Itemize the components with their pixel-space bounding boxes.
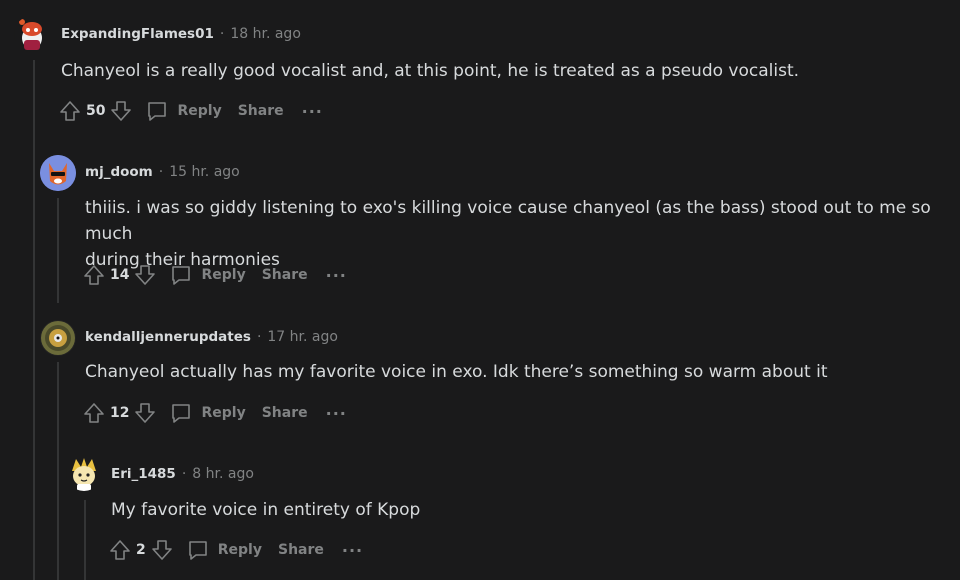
comment-timestamp[interactable]: 8 hr. ago xyxy=(192,466,254,482)
separator-dot: · xyxy=(256,329,262,345)
comment-icon xyxy=(145,99,169,123)
avatar[interactable] xyxy=(40,155,76,191)
separator-dot: · xyxy=(158,164,164,180)
downvote-icon[interactable] xyxy=(150,538,174,562)
reply-label: Reply xyxy=(217,542,262,558)
comment-body: thiiis. i was so giddy listening to exo'… xyxy=(85,195,955,273)
share-button[interactable]: Share xyxy=(238,103,284,119)
reply-button[interactable]: Reply xyxy=(169,401,246,425)
vote-score: 12 xyxy=(110,405,130,421)
comment-timestamp[interactable]: 18 hr. ago xyxy=(230,26,301,42)
reply-label: Reply xyxy=(201,405,246,421)
vote-score: 50 xyxy=(86,103,106,119)
comment-icon xyxy=(186,538,210,562)
share-button[interactable]: Share xyxy=(278,542,324,558)
upvote-icon[interactable] xyxy=(82,263,106,287)
thread-line[interactable] xyxy=(57,362,59,580)
more-options-icon[interactable]: ··· xyxy=(326,266,347,285)
comment-body: My favorite voice in entirety of Kpop xyxy=(111,500,421,520)
comment-author[interactable]: ExpandingFlames01 xyxy=(61,26,214,42)
reply-label: Reply xyxy=(177,103,222,119)
comment-icon xyxy=(169,401,193,425)
upvote-icon[interactable] xyxy=(108,538,132,562)
thread-line[interactable] xyxy=(57,198,59,303)
upvote-icon[interactable] xyxy=(82,401,106,425)
reply-button[interactable]: Reply xyxy=(145,99,222,123)
comment-body: Chanyeol is a really good vocalist and, … xyxy=(61,61,800,81)
comment-icon xyxy=(169,263,193,287)
comment-body-line: thiiis. i was so giddy listening to exo'… xyxy=(85,198,931,244)
more-options-icon[interactable]: ··· xyxy=(326,404,347,423)
comment-timestamp[interactable]: 17 hr. ago xyxy=(267,329,338,345)
downvote-icon[interactable] xyxy=(133,263,157,287)
comment-timestamp[interactable]: 15 hr. ago xyxy=(169,164,240,180)
comment-body: Chanyeol actually has my favorite voice … xyxy=(85,362,828,382)
thread-line[interactable] xyxy=(33,60,35,580)
vote-score: 2 xyxy=(136,542,146,558)
share-button[interactable]: Share xyxy=(262,267,308,283)
avatar[interactable] xyxy=(66,455,102,491)
vote-score: 14 xyxy=(110,267,130,283)
reply-button[interactable]: Reply xyxy=(169,263,246,287)
share-button[interactable]: Share xyxy=(262,405,308,421)
comment-author[interactable]: mj_doom xyxy=(85,164,153,180)
upvote-icon[interactable] xyxy=(58,99,82,123)
more-options-icon[interactable]: ··· xyxy=(342,541,363,560)
avatar[interactable] xyxy=(40,320,76,356)
separator-dot: · xyxy=(219,26,225,42)
thread-line[interactable] xyxy=(84,500,86,580)
comment-author[interactable]: Eri_1485 xyxy=(111,466,176,482)
downvote-icon[interactable] xyxy=(109,99,133,123)
more-options-icon[interactable]: ··· xyxy=(302,102,323,121)
avatar[interactable] xyxy=(14,16,50,52)
downvote-icon[interactable] xyxy=(133,401,157,425)
reply-label: Reply xyxy=(201,267,246,283)
comment-author[interactable]: kendalljennerupdates xyxy=(85,329,251,345)
reply-button[interactable]: Reply xyxy=(186,538,262,562)
separator-dot: · xyxy=(181,466,187,482)
